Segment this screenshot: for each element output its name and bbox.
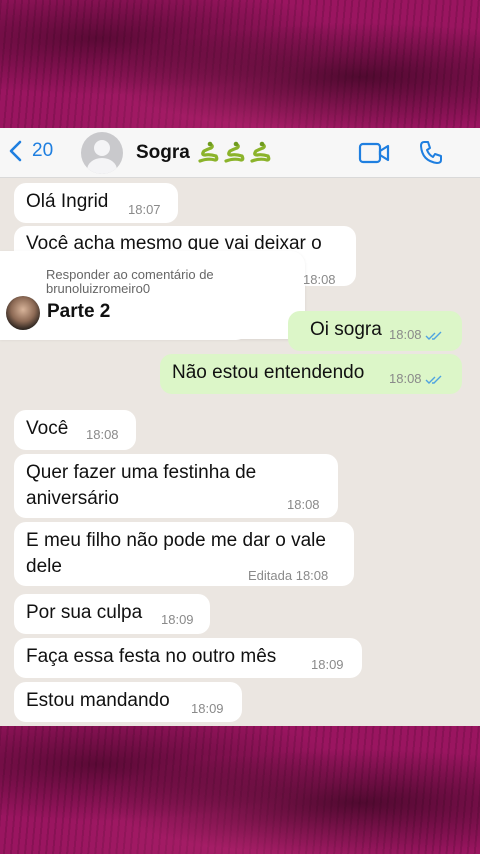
snake-emoji-group <box>196 140 272 164</box>
message-time: 18:08 <box>287 497 320 512</box>
message-text: Estou mandando <box>26 690 170 711</box>
reply-time: 18:08 <box>303 272 336 287</box>
chat-screen: 20 Sogra Olá Ingrid 18:07 Você acha mesm… <box>0 128 480 726</box>
message-text: Olá Ingrid <box>26 191 109 212</box>
message-text-truncated: Você acha mesmo que vai deixar o <box>26 233 322 250</box>
double-check-icon <box>425 331 442 340</box>
message-time: 18:08 <box>86 427 119 442</box>
video-call-icon[interactable] <box>358 142 390 164</box>
reply-caption: Responder ao comentário de brunoluizrome… <box>46 267 214 296</box>
message-time: 18:08 <box>389 371 443 386</box>
snake-icon <box>198 141 219 163</box>
message-time: 18:09 <box>161 612 194 627</box>
decorative-background-top <box>0 0 480 128</box>
message-time: 18:07 <box>128 202 161 217</box>
double-check-icon <box>425 375 442 384</box>
message-text: Você <box>26 418 69 439</box>
back-button[interactable]: 20 <box>8 140 53 162</box>
snake-icon <box>250 141 271 163</box>
message-text: E meu filho não pode me dar o vale <box>26 530 326 551</box>
contact-avatar[interactable] <box>81 132 123 174</box>
message-time: 18:09 <box>311 657 344 672</box>
message-text: Não estou entendendo <box>172 362 365 383</box>
reply-title: Parte 2 <box>47 301 111 322</box>
unread-count: 20 <box>32 140 54 161</box>
message-text: Oi sogra <box>310 319 382 340</box>
contact-name[interactable]: Sogra <box>136 142 190 164</box>
message-time: Editada 18:08 <box>248 568 329 583</box>
chevron-left-icon <box>9 140 22 162</box>
message-text: Faça essa festa no outro mês <box>26 646 277 667</box>
decorative-background-bottom <box>0 726 480 854</box>
message-time: 18:09 <box>191 701 224 716</box>
edited-label: Editada <box>248 568 293 583</box>
phone-call-icon[interactable] <box>418 139 444 165</box>
message-time: 18:08 <box>389 327 443 342</box>
message-text: aniversário <box>26 488 119 509</box>
commenter-avatar <box>6 296 40 330</box>
chat-header: 20 Sogra <box>0 128 480 178</box>
message-text: Por sua culpa <box>26 602 143 623</box>
snake-icon <box>224 141 245 163</box>
message-bubble-incoming[interactable]: Faça essa festa no outro mês <box>14 638 362 678</box>
message-text: Quer fazer uma festinha de <box>26 462 257 483</box>
